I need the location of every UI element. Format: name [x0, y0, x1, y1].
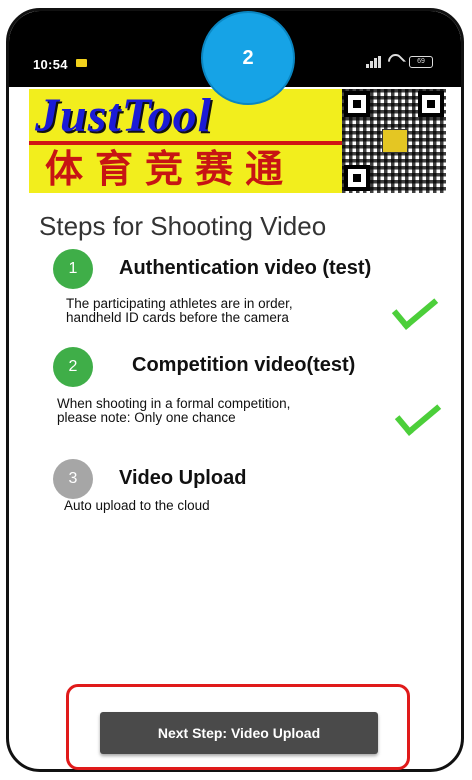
message-notification-icon: [76, 59, 87, 67]
brand-logo-chinese: 体育竞赛通: [45, 147, 296, 191]
step-2-number-circle: 2: [53, 347, 93, 387]
battery-icon: 69: [409, 55, 433, 68]
app-banner: JustTool 体育竞赛通: [29, 89, 342, 193]
page-title: Steps for Shooting Video: [39, 211, 327, 241]
step-3-number: 3: [68, 470, 78, 487]
qr-finder: [418, 91, 444, 117]
step-1-number: 1: [68, 260, 78, 277]
step-1-desc-line2: handheld ID cards before the camera: [66, 310, 289, 325]
step-3-title: Video Upload: [119, 467, 247, 489]
step-2-title: Competition video(test): [132, 354, 356, 376]
next-step-button[interactable]: Next Step: Video Upload: [100, 712, 378, 754]
step-2-desc-line2: please note: Only one chance: [57, 410, 236, 425]
brand-divider: [29, 141, 342, 145]
step-3-number-circle: 3: [53, 459, 93, 499]
brand-logo-english: JustTool: [35, 89, 212, 142]
step-1-desc-line1: The participating athletes are in order,: [66, 296, 293, 311]
qr-logo-icon: [382, 129, 408, 153]
step-1-title: Authentication video (test): [119, 257, 372, 279]
wifi-icon: [384, 50, 407, 73]
qr-finder: [344, 165, 370, 191]
qr-code: [342, 89, 446, 193]
step-2-check-icon: [394, 392, 442, 436]
qr-finder: [344, 91, 370, 117]
step-2-desc-line1: When shooting in a formal competition,: [57, 396, 291, 411]
step-2-number: 2: [68, 358, 78, 375]
signal-icon: [366, 55, 382, 68]
step-3-desc: Auto upload to the cloud: [64, 498, 210, 513]
phone-frame: 10:54 69 JustTool 体育竞赛通 Steps for Shooti…: [6, 8, 464, 772]
status-icons: 69: [366, 50, 433, 73]
status-time: 10:54: [33, 57, 68, 72]
step-1-number-circle: 1: [53, 249, 93, 289]
step-badge: 2: [201, 11, 295, 105]
step-1-check-icon: [391, 286, 439, 330]
